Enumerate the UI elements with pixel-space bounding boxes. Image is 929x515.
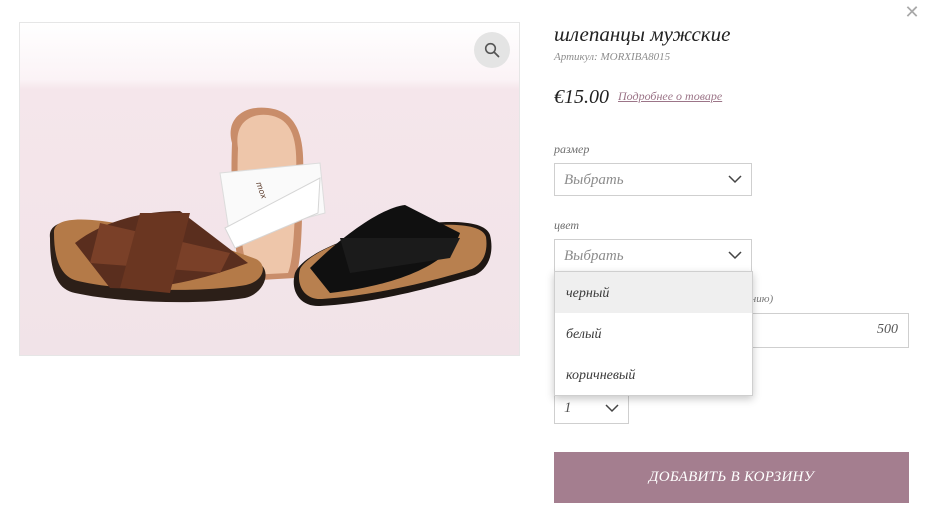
size-select[interactable]: Выбрать [554, 163, 752, 196]
color-option-brown[interactable]: коричневый [555, 354, 752, 395]
product-image: mox [19, 22, 520, 356]
quantity-value: 1 [564, 400, 572, 416]
size-select-value: Выбрать [564, 172, 624, 188]
chevron-down-icon [728, 251, 742, 260]
color-dropdown-menu: черный белый коричневый [554, 271, 753, 396]
close-icon[interactable]: ✕ [903, 4, 921, 22]
product-details-link[interactable]: Подробнее о товаре [618, 89, 722, 104]
sku-label: Артикул: [554, 51, 598, 63]
quantity-select[interactable]: 1 [554, 393, 629, 424]
chevron-down-icon [728, 175, 742, 184]
magnifier-icon [484, 42, 500, 58]
color-option-white[interactable]: белый [555, 313, 752, 354]
color-select[interactable]: Выбрать [554, 239, 752, 272]
zoom-button[interactable] [474, 32, 510, 68]
size-label: размер [554, 142, 590, 156]
color-option-black[interactable]: черный [555, 272, 752, 313]
add-to-cart-button[interactable]: ДОБАВИТЬ В КОРЗИНУ [554, 452, 909, 503]
sku-row: Артикул: MORXIBA8015 [554, 51, 670, 63]
chevron-down-icon [605, 404, 619, 413]
product-title: шлепанцы мужские [554, 22, 731, 46]
color-label: цвет [554, 218, 580, 232]
custom-value-text: 500 [877, 322, 898, 337]
sku-value: MORXIBA8015 [600, 51, 671, 63]
product-photo: mox [20, 23, 519, 355]
color-select-value: Выбрать [564, 248, 624, 264]
product-price: €15.00 [554, 86, 609, 108]
